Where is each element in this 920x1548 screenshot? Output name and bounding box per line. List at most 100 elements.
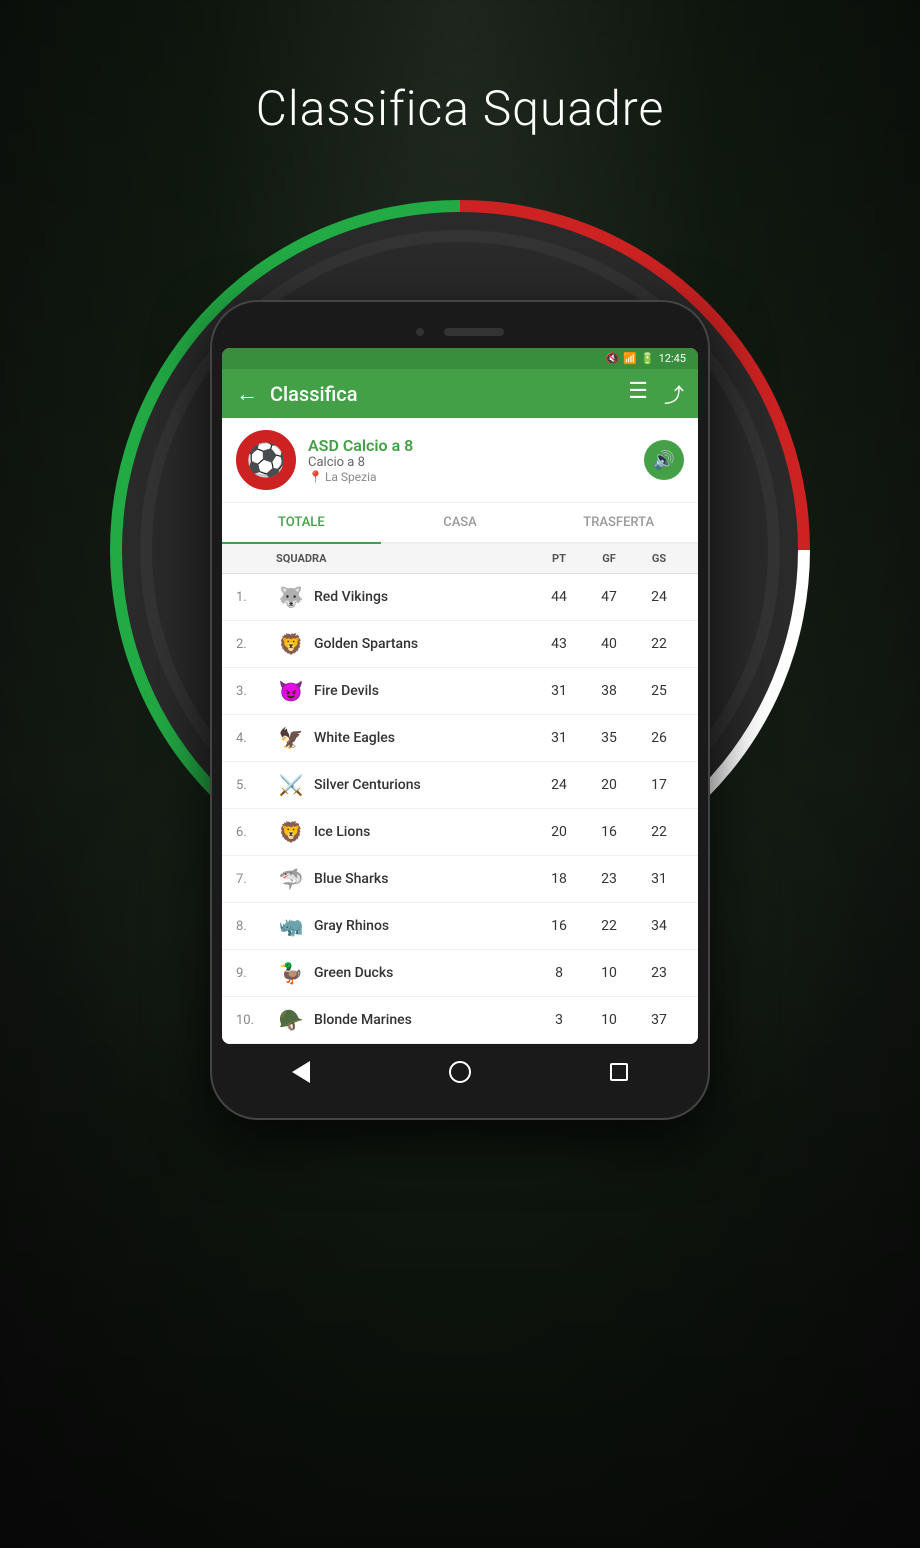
team-name: Fire Devils: [314, 683, 379, 699]
row-gf: 16: [584, 824, 634, 840]
nav-home-button[interactable]: [446, 1058, 474, 1086]
row-gs: 25: [634, 683, 684, 699]
row-rank: 1.: [236, 590, 276, 605]
signal-icon: 📶: [623, 352, 637, 365]
recent-square-icon: [610, 1063, 628, 1081]
row-gf: 38: [584, 683, 634, 699]
app-bar: ← Classifica ☰ ⤴: [222, 369, 698, 418]
team-logo: 🦆: [276, 958, 306, 988]
table-row[interactable]: 3. 😈 Fire Devils 31 38 25: [222, 668, 698, 715]
audio-icon: 🔊: [653, 450, 675, 471]
row-rank: 10.: [236, 1013, 276, 1028]
row-gs: 34: [634, 918, 684, 934]
row-rank: 6.: [236, 825, 276, 840]
team-logo: 🦈: [276, 864, 306, 894]
header-team: SQUADRA: [276, 552, 534, 565]
row-team: 🦁 Golden Spartans: [276, 629, 534, 659]
header-pt: pt: [534, 552, 584, 565]
table-row[interactable]: 7. 🦈 Blue Sharks 18 23 31: [222, 856, 698, 903]
club-name: ASD Calcio a 8: [308, 436, 644, 455]
nav-back-button[interactable]: [287, 1058, 315, 1086]
row-gs: 31: [634, 871, 684, 887]
row-pt: 31: [534, 683, 584, 699]
team-name: Green Ducks: [314, 965, 393, 981]
team-name: Gray Rhinos: [314, 918, 389, 934]
team-logo: 🦅: [276, 723, 306, 753]
row-pt: 24: [534, 777, 584, 793]
page-title: Classifica Squadre: [0, 80, 920, 137]
team-logo: 🪖: [276, 1005, 306, 1035]
row-team: 🦈 Blue Sharks: [276, 864, 534, 894]
row-team: 🦏 Gray Rhinos: [276, 911, 534, 941]
phone-speaker: [444, 328, 504, 336]
club-type: Calcio a 8: [308, 455, 644, 470]
location-pin-icon: 📍: [308, 470, 323, 484]
row-team: 🦆 Green Ducks: [276, 958, 534, 988]
back-button[interactable]: ←: [236, 381, 258, 407]
team-name: Blonde Marines: [314, 1012, 412, 1028]
team-name: Ice Lions: [314, 824, 370, 840]
tab-totale[interactable]: TOTALE: [222, 503, 381, 542]
club-info: ⚽ ASD Calcio a 8 Calcio a 8 📍 La Spezia …: [222, 418, 698, 503]
row-pt: 20: [534, 824, 584, 840]
team-logo: 🐺: [276, 582, 306, 612]
team-name: Silver Centurions: [314, 777, 421, 793]
club-location: 📍 La Spezia: [308, 470, 644, 484]
row-team: 🦁 Ice Lions: [276, 817, 534, 847]
tab-bar: TOTALE CASA TRASFERTA: [222, 503, 698, 544]
mute-icon: 🔇: [605, 352, 619, 365]
club-logo: ⚽: [236, 430, 296, 490]
row-gf: 23: [584, 871, 634, 887]
phone-top-bar: [222, 320, 698, 348]
row-rank: 3.: [236, 684, 276, 699]
tab-trasferta[interactable]: TRASFERTA: [539, 503, 698, 542]
table-row[interactable]: 1. 🐺 Red Vikings 44 47 24: [222, 574, 698, 621]
row-gf: 40: [584, 636, 634, 652]
battery-icon: 🔋: [641, 352, 655, 365]
row-pt: 43: [534, 636, 584, 652]
row-team: 🦅 White Eagles: [276, 723, 534, 753]
club-details: ASD Calcio a 8 Calcio a 8 📍 La Spezia: [308, 436, 644, 484]
row-pt: 16: [534, 918, 584, 934]
row-team: 🐺 Red Vikings: [276, 582, 534, 612]
page-title-area: Classifica Squadre: [0, 80, 920, 137]
team-name: Red Vikings: [314, 589, 388, 605]
audio-button[interactable]: 🔊: [644, 440, 684, 480]
row-gs: 24: [634, 589, 684, 605]
row-team: 😈 Fire Devils: [276, 676, 534, 706]
header-rank: [236, 552, 276, 565]
row-rank: 7.: [236, 872, 276, 887]
row-gf: 22: [584, 918, 634, 934]
phone-screen: 🔇 📶 🔋 12:45 ← Classifica ☰ ⤴ ⚽: [222, 348, 698, 1044]
table-row[interactable]: 9. 🦆 Green Ducks 8 10 23: [222, 950, 698, 997]
list-icon[interactable]: ☰: [628, 379, 648, 408]
back-triangle-icon: [292, 1061, 310, 1083]
share-icon[interactable]: ⤴: [664, 379, 684, 408]
table-row[interactable]: 10. 🪖 Blonde Marines 3 10 37: [222, 997, 698, 1044]
row-rank: 5.: [236, 778, 276, 793]
tab-casa[interactable]: CASA: [381, 503, 540, 542]
row-gf: 20: [584, 777, 634, 793]
table-row[interactable]: 6. 🦁 Ice Lions 20 16 22: [222, 809, 698, 856]
row-gf: 10: [584, 965, 634, 981]
row-pt: 44: [534, 589, 584, 605]
table-row[interactable]: 2. 🦁 Golden Spartans 43 40 22: [222, 621, 698, 668]
row-team: ⚔️ Silver Centurions: [276, 770, 534, 800]
table-header: SQUADRA pt gf gs: [222, 544, 698, 574]
phone-body: 🔇 📶 🔋 12:45 ← Classifica ☰ ⤴ ⚽: [210, 300, 710, 1120]
row-gs: 22: [634, 636, 684, 652]
app-bar-title: Classifica: [270, 382, 616, 406]
row-team: 🪖 Blonde Marines: [276, 1005, 534, 1035]
row-rank: 2.: [236, 637, 276, 652]
table-row[interactable]: 5. ⚔️ Silver Centurions 24 20 17: [222, 762, 698, 809]
table-row[interactable]: 8. 🦏 Gray Rhinos 16 22 34: [222, 903, 698, 950]
phone-camera: [416, 328, 424, 336]
header-gf: gf: [584, 552, 634, 565]
row-gs: 23: [634, 965, 684, 981]
table-row[interactable]: 4. 🦅 White Eagles 31 35 26: [222, 715, 698, 762]
nav-recent-button[interactable]: [605, 1058, 633, 1086]
app-bar-icons: ☰ ⤴: [628, 379, 684, 408]
team-logo: 🦏: [276, 911, 306, 941]
status-icons: 🔇 📶 🔋 12:45: [605, 352, 686, 365]
club-logo-emoji: ⚽: [246, 441, 286, 479]
